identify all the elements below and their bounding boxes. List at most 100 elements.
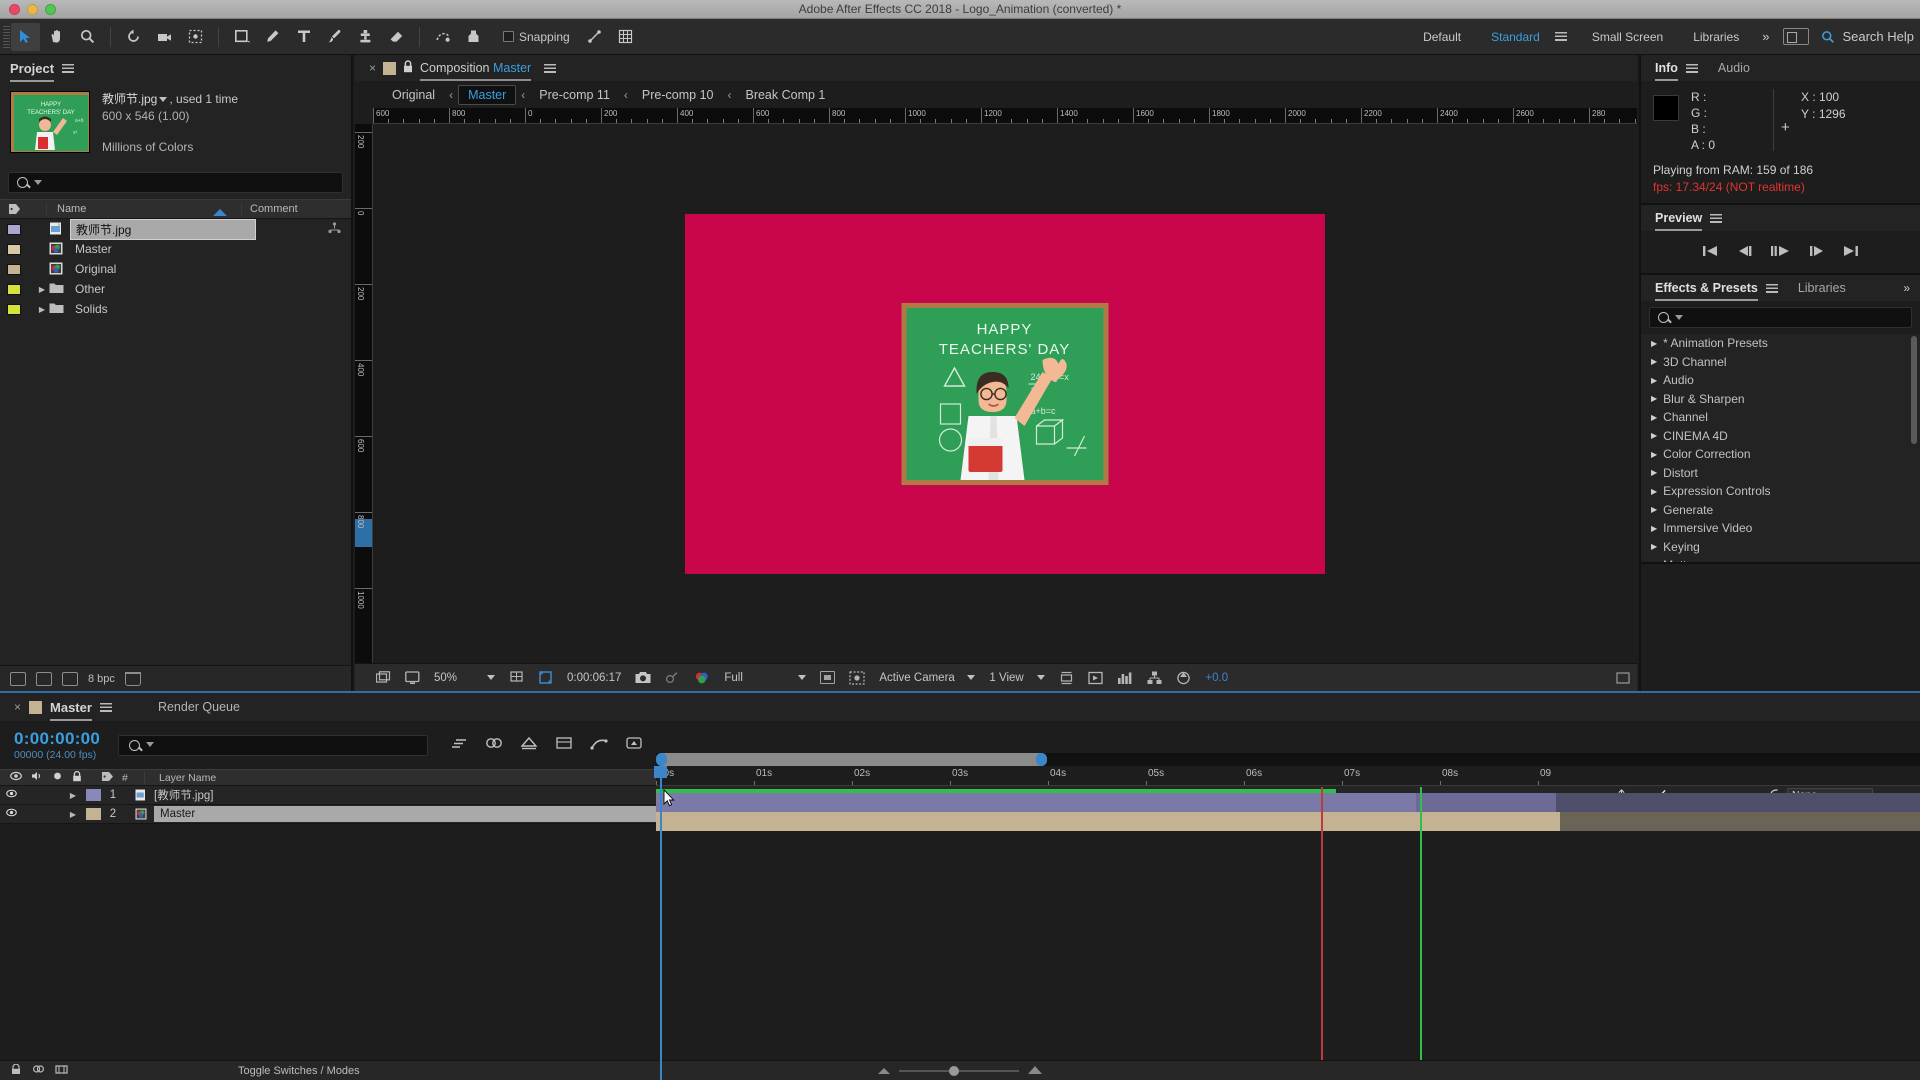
project-row-folder-solids[interactable]: ▶ Solids <box>0 299 351 319</box>
share-icon[interactable] <box>328 221 341 237</box>
pan-behind-tool[interactable] <box>181 23 210 51</box>
expand-layer-arrow[interactable]: ▶ <box>60 810 86 819</box>
list-item[interactable]: ▶ 3D Channel <box>1641 353 1920 372</box>
project-row-label[interactable]: 教师节.jpg <box>70 218 256 240</box>
list-item[interactable]: ▶ CINEMA 4D <box>1641 427 1920 446</box>
project-column-comment[interactable]: Comment <box>241 203 351 215</box>
lock-icon[interactable] <box>403 60 413 76</box>
eraser-tool[interactable] <box>382 23 411 51</box>
timeline-comp-icon[interactable] <box>32 1064 45 1078</box>
project-row-composition-master[interactable]: Master <box>0 239 351 259</box>
tab-render-queue[interactable]: Render Queue <box>158 700 240 714</box>
breadcrumb-precomp-10[interactable]: Pre-comp 10 <box>633 86 723 104</box>
canvas-area[interactable]: HAPPY TEACHERS' DAY 24 16 y=x a+b=c <box>373 124 1637 663</box>
project-row-label[interactable]: Solids <box>70 301 113 317</box>
resolution-dropdown[interactable]: Full <box>717 664 813 692</box>
pixel-aspect-icon[interactable] <box>1052 664 1081 692</box>
label-column-icon[interactable] <box>0 203 28 215</box>
effects-category-list[interactable]: ▶ * Animation Presets ▶ 3D Channel ▶ Audio ▶ Bl… <box>1641 334 1920 562</box>
bit-depth-label[interactable]: 8 bpc <box>88 673 115 685</box>
workspace-small-screen[interactable]: Small Screen <box>1577 19 1678 55</box>
tab-libraries[interactable]: Libraries <box>1798 281 1846 295</box>
tab-info[interactable]: Info <box>1655 61 1678 81</box>
play-button[interactable] <box>1770 244 1792 261</box>
layer-bar-footage[interactable] <box>656 793 1416 812</box>
toolbar-grip[interactable] <box>3 25 10 48</box>
index-column-header[interactable]: # <box>122 772 144 784</box>
expand-arrow-icon[interactable]: ▶ <box>1651 505 1657 514</box>
project-column-name[interactable]: Name <box>46 203 241 216</box>
workspace-standard[interactable]: Standard <box>1476 19 1555 55</box>
breadcrumb-original[interactable]: Original <box>383 86 444 104</box>
video-visibility-toggle[interactable] <box>0 789 22 801</box>
new-folder-button[interactable] <box>36 671 52 686</box>
list-item[interactable]: ▶ Blur & Sharpen <box>1641 390 1920 409</box>
timeline-panel-menu-icon[interactable] <box>99 702 112 712</box>
snapping-toggle[interactable]: Snapping <box>503 30 570 44</box>
project-row-label[interactable]: Original <box>70 261 121 277</box>
expand-arrow-icon[interactable]: ▶ <box>1651 413 1657 422</box>
expand-arrow-icon[interactable]: ▶ <box>35 305 49 314</box>
project-settings-button[interactable] <box>62 671 78 686</box>
expand-arrow-icon[interactable]: ▶ <box>1651 542 1657 551</box>
label-swatch[interactable] <box>7 223 21 235</box>
expand-layer-arrow[interactable]: ▶ <box>60 791 86 800</box>
brush-tool[interactable] <box>320 23 349 51</box>
monitor-icon[interactable] <box>398 664 427 692</box>
project-row-label[interactable]: Other <box>70 281 110 297</box>
zoom-level-dropdown[interactable]: 50% <box>427 664 502 692</box>
timeline-search-input[interactable] <box>118 734 429 756</box>
list-item[interactable]: ▶ * Animation Presets <box>1641 334 1920 353</box>
layer-bar-footage-tail[interactable] <box>1556 793 1920 812</box>
lock-icon[interactable] <box>72 770 82 785</box>
toggle-mask-icon[interactable] <box>842 664 872 692</box>
timeline-zoom-slider[interactable] <box>877 1065 1043 1076</box>
timeline-ruler[interactable]: 00s01s02s03s04s05s06s07s08s09 <box>656 766 1920 786</box>
expand-arrow-icon[interactable]: ▶ <box>1651 376 1657 385</box>
channel-color-icon[interactable] <box>687 664 717 692</box>
layer-color-swatch[interactable] <box>86 789 101 801</box>
motion-blur-icon[interactable] <box>450 736 468 755</box>
layer-bar-master-tail[interactable] <box>1560 812 1920 831</box>
draft-3d-icon[interactable] <box>520 736 538 755</box>
list-item[interactable]: ▶ Immersive Video <box>1641 519 1920 538</box>
graph-editor-icon[interactable] <box>590 736 608 755</box>
preview-panel-menu-icon[interactable] <box>1710 213 1723 223</box>
work-area-bar[interactable] <box>656 753 1920 766</box>
timeline-graph-area[interactable]: 00s01s02s03s04s05s06s07s08s09 <box>654 721 1920 1080</box>
camera-view-dropdown[interactable]: Active Camera <box>872 664 982 692</box>
current-time-display[interactable]: 0:00:00:00 00000 (24.00 fps) <box>0 729 100 761</box>
always-preview-icon[interactable] <box>369 664 398 692</box>
exposure-value[interactable]: +0.0 <box>1198 664 1235 692</box>
composition-viewer[interactable]: 600 800 0 200 400 600 800 1000 1200 1400 1600 1800 2… <box>355 108 1637 663</box>
expand-arrow-icon[interactable]: ▶ <box>1651 561 1657 562</box>
work-area-end-handle[interactable] <box>1036 753 1047 766</box>
composition-panel-menu-icon[interactable] <box>544 63 557 73</box>
workspace-overflow-icon[interactable]: » <box>1754 29 1777 44</box>
list-item[interactable]: ▶ Channel <box>1641 408 1920 427</box>
effects-panel-menu-icon[interactable] <box>1765 283 1778 293</box>
audio-icon[interactable] <box>31 771 43 784</box>
work-area-start-handle[interactable] <box>656 753 667 766</box>
list-item[interactable]: ▶ Matte <box>1641 556 1920 562</box>
brainstorm-icon[interactable] <box>625 736 643 755</box>
info-panel-menu-icon[interactable] <box>1685 63 1698 73</box>
timeline-lock-icon[interactable] <box>10 1063 22 1078</box>
timeline-frames-icon[interactable] <box>55 1064 68 1078</box>
tab-preview[interactable]: Preview <box>1655 211 1703 231</box>
list-item[interactable]: ▶ Keying <box>1641 538 1920 557</box>
zoom-slider-knob[interactable] <box>949 1065 959 1076</box>
list-item[interactable]: ▶ Color Correction <box>1641 445 1920 464</box>
tab-master[interactable]: Master <box>50 700 92 721</box>
grid-icon[interactable] <box>611 23 640 51</box>
video-visibility-icon[interactable] <box>10 771 22 784</box>
search-help-field[interactable]: Search Help <box>1815 29 1914 44</box>
expand-arrow-icon[interactable]: ▶ <box>35 285 49 294</box>
workspace-libraries[interactable]: Libraries <box>1678 19 1754 55</box>
clone-stamp-tool[interactable] <box>351 23 380 51</box>
hand-tool[interactable] <box>42 23 71 51</box>
breadcrumb-master[interactable]: Master <box>458 84 517 105</box>
layer-color-swatch[interactable] <box>86 808 101 820</box>
next-frame-button[interactable] <box>1808 244 1826 261</box>
project-row-footage[interactable]: 教师节.jpg <box>0 218 351 240</box>
